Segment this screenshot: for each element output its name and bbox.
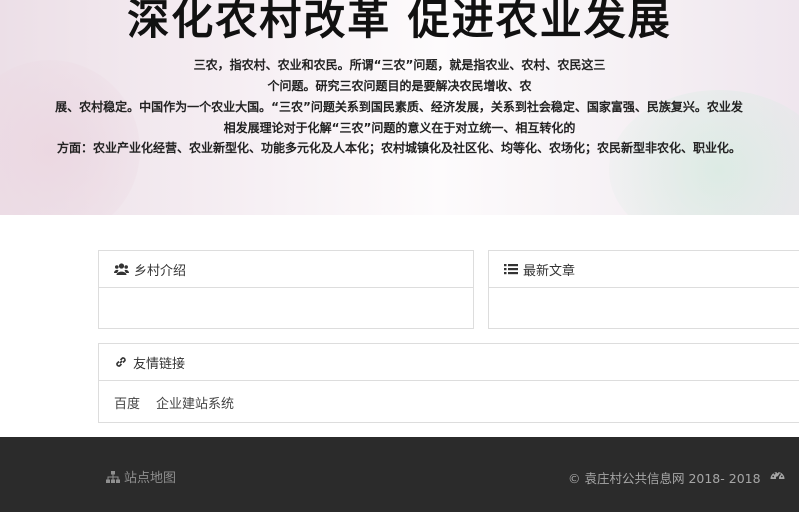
friend-link-baidu[interactable]: 百度 <box>114 393 140 412</box>
friend-links-list: 百度 企业建站系统 <box>99 381 799 423</box>
panel-title: 友情链接 <box>133 356 186 372</box>
panel-title: 最新文章 <box>523 263 576 279</box>
sitemap-icon <box>106 470 120 483</box>
latest-articles-panel: 最新文章 <box>488 250 799 329</box>
banner-text-line: 方面：农业产业化经营、农业新型化、功能多元化及人本化；农村城镇化及社区化、均等化… <box>56 141 741 155</box>
banner-text-line: 展、农村稳定。中国作为一个农业大国。“三农”问题关系到国民素质、经济发展，关系到… <box>55 100 743 114</box>
panel-header: 友情链接 <box>99 344 799 381</box>
friend-links-panel: 友情链接 百度 企业建站系统 <box>98 343 799 423</box>
sitemap-label: 站点地图 <box>124 471 177 486</box>
panel-title: 乡村介绍 <box>134 263 187 279</box>
footer: 站点地图 © 袁庄村公共信息网 2018- 2018 <box>0 437 799 512</box>
banner-text-line: 相发展理论对于化解“三农”问题的意义在于对立统一、相互转化的 <box>223 121 576 135</box>
copyright-text: © 袁庄村公共信息网 2018- 2018 <box>568 471 761 486</box>
list-icon <box>504 264 518 275</box>
hero-banner: 深化农村改革 促进农业发展 三农，指农村、农业和农民。所谓“三农”问题，就是指农… <box>0 0 799 215</box>
friend-link-site-builder[interactable]: 企业建站系统 <box>156 393 234 412</box>
banner-text-line: 三农，指农村、农业和农民。所谓“三农”问题，就是指农业、农村、农民这三 <box>193 58 606 72</box>
village-intro-panel: 乡村介绍 <box>98 250 474 329</box>
sitemap-link[interactable]: 站点地图 <box>106 467 176 486</box>
users-icon <box>114 263 129 275</box>
banner-title: 深化农村改革 促进农业发展 <box>127 0 672 44</box>
banner-text-line: 个问题。研究三农问题目的是要解决农民增收、农 <box>267 79 532 93</box>
link-icon <box>116 357 126 367</box>
panel-header: 乡村介绍 <box>99 251 473 288</box>
dashboard-icon[interactable] <box>770 469 785 481</box>
panel-header: 最新文章 <box>489 251 799 288</box>
